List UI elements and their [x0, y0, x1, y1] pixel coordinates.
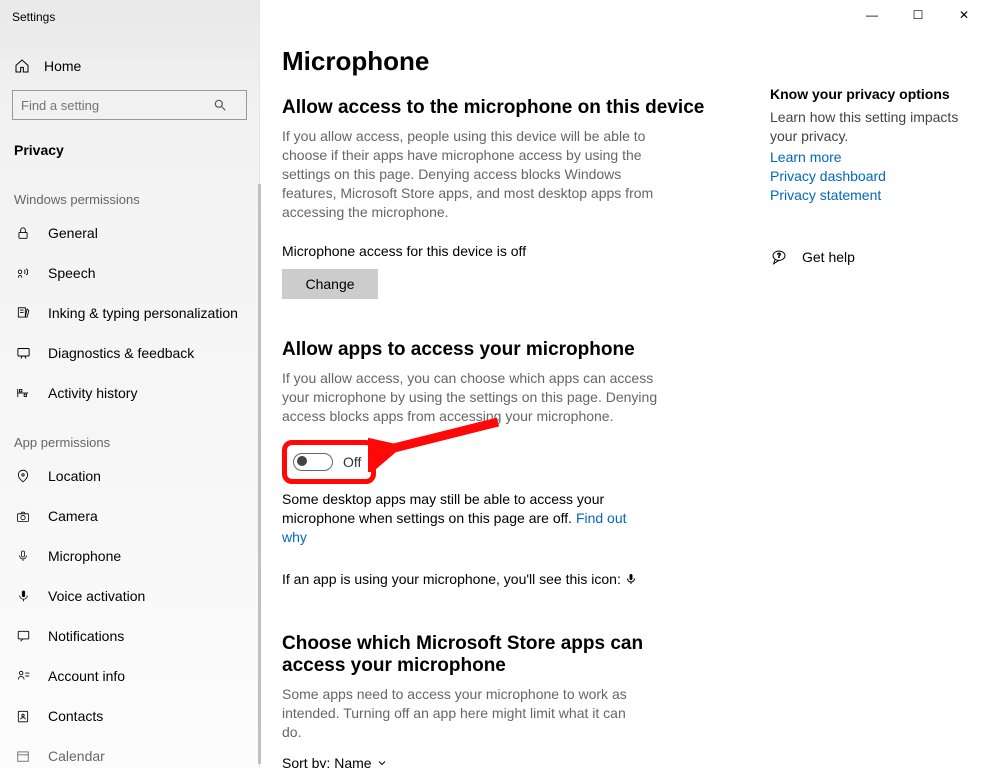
- notifications-icon: [14, 629, 32, 643]
- voice-icon: [14, 588, 32, 604]
- right-links: Learn more Privacy dashboard Privacy sta…: [770, 149, 970, 203]
- sidebar-item-label: Speech: [48, 265, 95, 281]
- sidebar-item-label: Camera: [48, 508, 98, 524]
- sidebar-item-microphone[interactable]: Microphone: [0, 536, 259, 576]
- sidebar-item-location[interactable]: Location: [0, 456, 259, 496]
- home-icon: [14, 58, 30, 74]
- window-controls: — ☐ ✕: [849, 0, 987, 30]
- privacy-statement-link[interactable]: Privacy statement: [770, 187, 970, 203]
- store-apps-heading: Choose which Microsoft Store apps can ac…: [282, 633, 662, 677]
- sidebar-item-activity[interactable]: Activity history: [0, 373, 259, 413]
- privacy-section-title: Privacy: [0, 130, 259, 170]
- sidebar-item-label: General: [48, 225, 98, 241]
- apps-access-desc: If you allow access, you can choose whic…: [282, 369, 662, 426]
- content: Microphone Allow access to the microphon…: [282, 40, 742, 768]
- minimize-button[interactable]: —: [849, 0, 895, 30]
- help-icon: ?: [770, 249, 788, 265]
- lock-icon: [14, 225, 32, 241]
- close-button[interactable]: ✕: [941, 0, 987, 30]
- speech-icon: [14, 266, 32, 280]
- sidebar-item-contacts[interactable]: Contacts: [0, 696, 259, 736]
- microphone-icon: [14, 548, 32, 564]
- apps-access-toggle[interactable]: [293, 453, 333, 471]
- sidebar-item-account-info[interactable]: Account info: [0, 656, 259, 696]
- device-access-desc: If you allow access, people using this d…: [282, 127, 662, 221]
- sidebar-item-general[interactable]: General: [0, 213, 259, 253]
- home-label: Home: [44, 58, 81, 74]
- home-nav[interactable]: Home: [0, 48, 259, 84]
- sidebar-item-inking[interactable]: Inking & typing personalization: [0, 293, 259, 333]
- sidebar-item-label: Location: [48, 468, 101, 484]
- sidebar-item-label: Contacts: [48, 708, 103, 724]
- privacy-dashboard-link[interactable]: Privacy dashboard: [770, 168, 970, 184]
- mic-in-use-line: If an app is using your microphone, you'…: [282, 571, 742, 587]
- learn-more-link[interactable]: Learn more: [770, 149, 970, 165]
- privacy-options-heading: Know your privacy options: [770, 86, 970, 102]
- search-input[interactable]: [12, 90, 247, 120]
- get-help-label: Get help: [802, 249, 855, 265]
- group-app-permissions: App permissions: [0, 413, 259, 456]
- sidebar-item-label: Diagnostics & feedback: [48, 345, 194, 361]
- sidebar-item-label: Voice activation: [48, 588, 145, 604]
- desktop-apps-note: Some desktop apps may still be able to a…: [282, 490, 652, 547]
- sidebar-item-calendar[interactable]: Calendar: [0, 736, 259, 776]
- svg-text:?: ?: [777, 253, 781, 259]
- sidebar-item-label: Inking & typing personalization: [48, 305, 238, 321]
- calendar-icon: [14, 749, 32, 763]
- change-button[interactable]: Change: [282, 269, 378, 299]
- page-title: Microphone: [282, 46, 742, 77]
- get-help[interactable]: ? Get help: [770, 249, 970, 265]
- sidebar: Settings Home Privacy Windows permission…: [0, 0, 260, 768]
- sort-control[interactable]: Sort by: Name: [282, 755, 742, 768]
- microphone-indicator-icon: [625, 572, 637, 586]
- contacts-icon: [14, 709, 32, 724]
- search-wrap: [12, 90, 247, 120]
- privacy-options-desc: Learn how this setting impacts your priv…: [770, 108, 970, 146]
- maximize-button[interactable]: ☐: [895, 0, 941, 30]
- activity-icon: [14, 386, 32, 400]
- feedback-icon: [14, 346, 32, 361]
- search-icon: [213, 98, 227, 112]
- sidebar-item-label: Activity history: [48, 385, 137, 401]
- sidebar-item-diagnostics[interactable]: Diagnostics & feedback: [0, 333, 259, 373]
- device-access-heading: Allow access to the microphone on this d…: [282, 97, 742, 119]
- sidebar-item-camera[interactable]: Camera: [0, 496, 259, 536]
- sidebar-item-notifications[interactable]: Notifications: [0, 616, 259, 656]
- store-apps-desc: Some apps need to access your microphone…: [282, 685, 632, 742]
- sidebar-item-label: Notifications: [48, 628, 124, 644]
- device-access-status: Microphone access for this device is off: [282, 243, 742, 259]
- sidebar-item-label: Microphone: [48, 548, 121, 564]
- location-icon: [14, 468, 32, 484]
- right-panel: Know your privacy options Learn how this…: [770, 80, 970, 265]
- sidebar-item-label: Account info: [48, 668, 125, 684]
- highlight-annotation: Off: [282, 440, 376, 484]
- camera-icon: [14, 510, 32, 523]
- apps-access-toggle-label: Off: [343, 454, 361, 470]
- group-windows-permissions: Windows permissions: [0, 170, 259, 213]
- sidebar-item-voice-activation[interactable]: Voice activation: [0, 576, 259, 616]
- chevron-down-icon: [376, 757, 388, 768]
- inking-icon: [14, 305, 32, 321]
- apps-access-heading: Allow apps to access your microphone: [282, 339, 742, 361]
- sidebar-item-label: Calendar: [48, 748, 105, 764]
- app-title: Settings: [0, 0, 259, 24]
- sort-label: Sort by:: [282, 755, 330, 768]
- sidebar-item-speech[interactable]: Speech: [0, 253, 259, 293]
- account-icon: [14, 669, 32, 683]
- sort-value: Name: [334, 755, 371, 768]
